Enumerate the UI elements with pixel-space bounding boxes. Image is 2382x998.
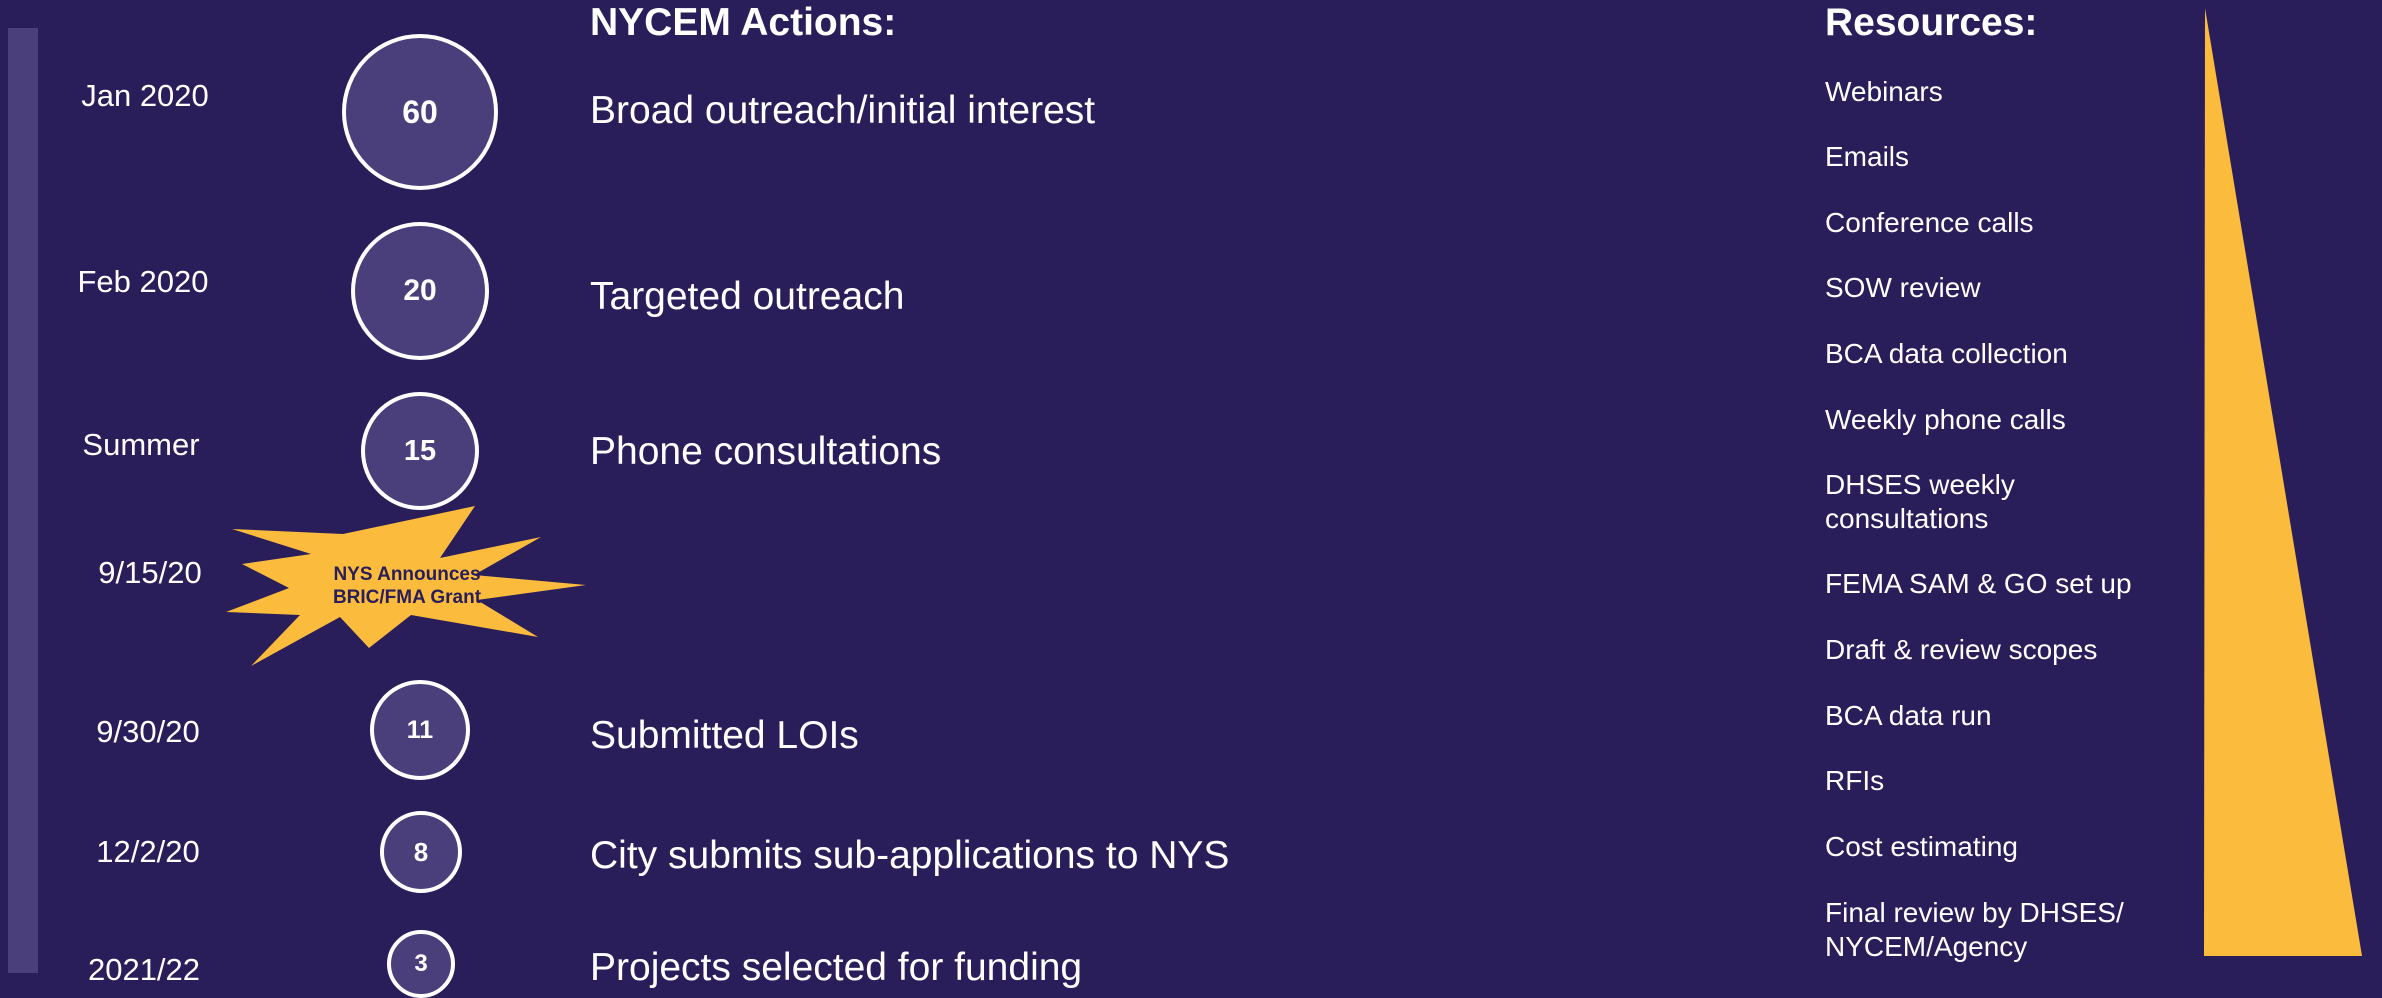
- resource-bca-data-run: BCA data run: [1825, 700, 1992, 731]
- count-circle-60: 60: [342, 34, 498, 190]
- date-9-30-20: 9/30/20: [96, 714, 200, 749]
- action-city-submits: City submits sub-applications to NYS: [590, 834, 1230, 877]
- date-2021-22: 2021/22: [87, 952, 201, 987]
- resource-final-review: Final review by DHSES/ NYCEM/Agency: [1825, 897, 2124, 962]
- grant-announcement-burst: NYS Announces BRIC/FMA Grant: [226, 506, 596, 668]
- count-circle-3: 3: [387, 930, 455, 998]
- resource-fema-sam-go: FEMA SAM & GO set up: [1825, 568, 2132, 599]
- action-targeted-outreach: Targeted outreach: [590, 275, 905, 318]
- resource-effort-wedge: [2204, 8, 2362, 956]
- action-broad-outreach: Broad outreach/initial interest: [590, 89, 1096, 132]
- resource-draft-review-scopes: Draft & review scopes: [1825, 634, 2098, 665]
- count-circle-11: 11: [370, 680, 470, 780]
- resource-rfis: RFIs: [1825, 765, 1885, 796]
- resource-emails: Emails: [1825, 141, 1910, 172]
- count-circle-8: 8: [380, 811, 462, 893]
- resources-heading: Resources:: [1825, 1, 2038, 44]
- resource-sow-review: SOW review: [1825, 272, 1981, 303]
- resource-weekly-phone-calls: Weekly phone calls: [1825, 404, 2066, 435]
- date-feb-2020: Feb 2020: [77, 264, 209, 299]
- count-circle-20: 20: [351, 222, 489, 360]
- resource-cost-estimating: Cost estimating: [1825, 831, 2018, 862]
- grant-announcement-line2: BRIC/FMA Grant: [332, 587, 482, 608]
- grant-announcement-line1: NYS Announces: [333, 564, 481, 585]
- action-phone-consultations: Phone consultations: [590, 430, 942, 473]
- count-circle-15: 15: [361, 392, 479, 510]
- resource-webinars: Webinars: [1825, 76, 1943, 107]
- resource-conference-calls: Conference calls: [1825, 207, 2034, 238]
- date-summer: Summer: [82, 427, 200, 462]
- date-9-15-20: 9/15/20: [98, 555, 202, 590]
- date-12-2-20: 12/2/20: [96, 834, 200, 869]
- date-jan-2020: Jan 2020: [81, 78, 209, 113]
- action-projects-selected: Projects selected for funding: [590, 946, 1083, 989]
- actions-heading: NYCEM Actions:: [590, 1, 897, 44]
- action-submitted-lois: Submitted LOIs: [590, 714, 859, 757]
- timeline-bar: [8, 28, 38, 973]
- resource-bca-data-collection: BCA data collection: [1825, 338, 2068, 369]
- resource-dhses-weekly-consultations: DHSES weekly consultations: [1825, 469, 2015, 534]
